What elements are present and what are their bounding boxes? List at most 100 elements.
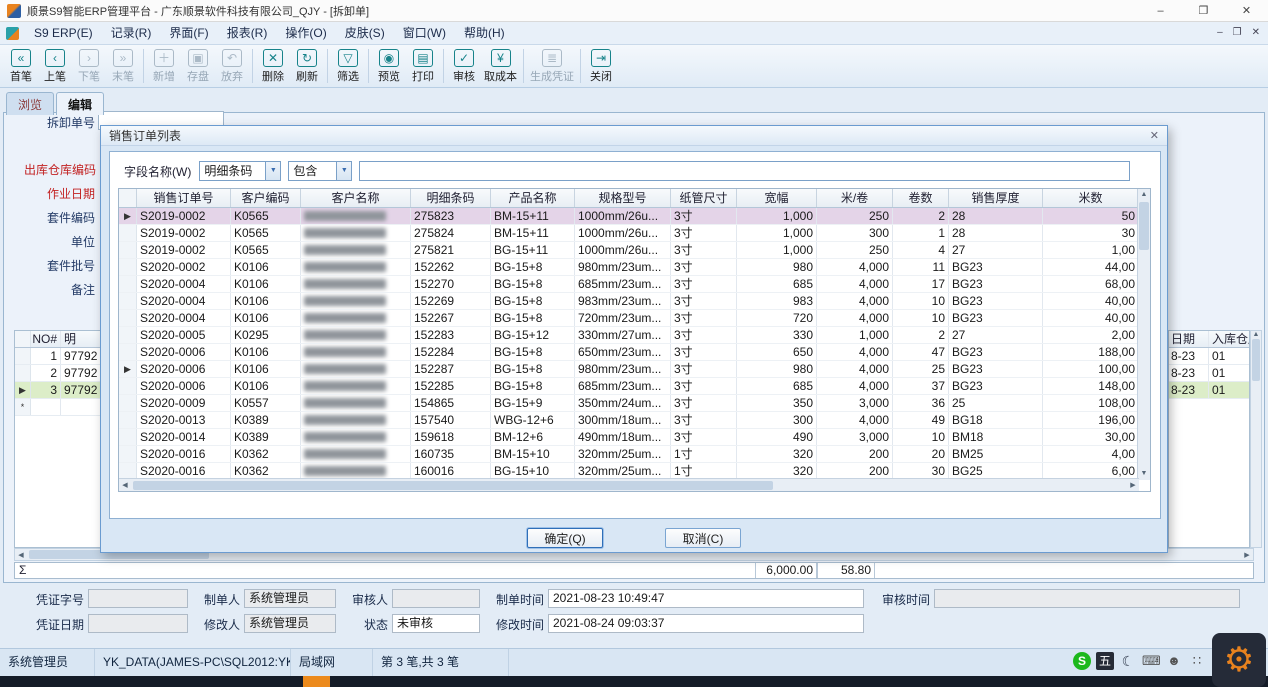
column-header[interactable]: 明细条码 <box>411 189 491 207</box>
right-grid-row[interactable]: 8-2301 <box>1169 348 1249 365</box>
dialog-grid-row[interactable]: S2020-0006K0106152285BG-15+8685mm/23um..… <box>119 378 1150 395</box>
dialog-grid-row[interactable]: S2020-0004K0106152270BG-15+8685mm/23um..… <box>119 276 1150 293</box>
right-grid-row[interactable]: 8-2301 <box>1169 365 1249 382</box>
dialog-close-icon[interactable]: ✕ <box>1150 129 1159 142</box>
column-header[interactable]: 客户编码 <box>231 189 301 207</box>
scroll-right-icon[interactable]: ▶ <box>1241 551 1253 559</box>
dialog-grid-row[interactable]: S2020-0004K0106152269BG-15+8983mm/23um..… <box>119 293 1150 310</box>
dialog-grid-row[interactable]: ▶S2020-0006K0106152287BG-15+8980mm/23um.… <box>119 361 1150 378</box>
column-header[interactable]: 米数 <box>1043 189 1139 207</box>
keyboard-icon[interactable]: ⌨ <box>1142 652 1160 670</box>
column-header[interactable]: 客户名称 <box>301 189 411 207</box>
menu-item[interactable]: 操作(O) <box>276 22 335 44</box>
column-header[interactable]: 米/卷 <box>817 189 893 207</box>
dialog-grid-row[interactable]: S2020-0002K0106152262BG-15+8980mm/23um..… <box>119 259 1150 276</box>
toolbar-cost-button[interactable]: ¥取成本 <box>481 48 520 85</box>
menu-item[interactable]: 界面(F) <box>160 22 217 44</box>
toolbar-preview-button[interactable]: ◉预览 <box>372 48 406 85</box>
main-grid-vscrollbar[interactable]: ▲ <box>1250 330 1262 548</box>
taskbar-app-indicator[interactable] <box>303 676 330 687</box>
dialog-grid-row[interactable]: S2020-0005K0295152283BG-15+12330mm/27um.… <box>119 327 1150 344</box>
menu-item[interactable]: 帮助(H) <box>455 22 514 44</box>
footer-field-value[interactable]: 未审核 <box>392 614 480 633</box>
scroll-right-icon[interactable]: ▶ <box>1127 481 1139 489</box>
scrollbar-thumb[interactable] <box>1252 339 1260 381</box>
blurred-customer-name <box>304 228 386 238</box>
toolbar-close-button[interactable]: ⇥关闭 <box>584 48 618 85</box>
toolbar-button-label: 末笔 <box>112 68 134 84</box>
footer-field-value[interactable] <box>934 589 1240 608</box>
ok-button[interactable]: 确定(Q) <box>527 528 603 548</box>
dialog-grid-header: 销售订单号客户编码客户名称明细条码产品名称规格型号纸管尺寸宽幅米/卷卷数销售厚度… <box>119 189 1150 208</box>
column-header[interactable]: 宽幅 <box>737 189 817 207</box>
close-icon[interactable]: ✕ <box>1225 0 1268 21</box>
column-header[interactable]: 销售厚度 <box>949 189 1043 207</box>
footer-field-value[interactable] <box>88 589 188 608</box>
filter-operator-combobox[interactable]: 包含 ▼ <box>288 161 352 181</box>
dialog-grid-row[interactable]: S2019-0002K0565275824BM-15+111000mm/26u.… <box>119 225 1150 242</box>
filter-field-combobox[interactable]: 明细条码 ▼ <box>199 161 281 181</box>
scroll-up-icon[interactable]: ▲ <box>1138 189 1150 201</box>
dialog-grid-row[interactable]: S2020-0014K0389159618BM-12+6490mm/18um..… <box>119 429 1150 446</box>
column-header[interactable]: 日期 <box>1169 331 1209 347</box>
filter-value-input[interactable] <box>359 161 1130 181</box>
footer-field-value[interactable] <box>88 614 188 633</box>
scroll-left-icon[interactable]: ◀ <box>15 551 27 559</box>
menu-item[interactable]: 皮肤(S) <box>336 22 394 44</box>
tab-browse[interactable]: 浏览 <box>6 92 54 115</box>
wubi-icon[interactable]: 五 <box>1096 652 1114 670</box>
footer-field-value[interactable] <box>392 589 480 608</box>
chevron-down-icon[interactable]: ▼ <box>336 162 351 180</box>
menu-item[interactable]: S9 ERP(E) <box>25 22 102 44</box>
dialog-grid-row[interactable]: S2020-0013K0389157540WBG-12+6300mm/18um.… <box>119 412 1150 429</box>
toolbar-audit-button[interactable]: ✓审核 <box>447 48 481 85</box>
sogou-icon[interactable]: S <box>1073 652 1091 670</box>
dialog-grid-vscrollbar[interactable]: ▲ ▼ <box>1137 189 1150 480</box>
toolbar-delete-button[interactable]: ✕删除 <box>256 48 290 85</box>
scroll-left-icon[interactable]: ◀ <box>119 481 131 489</box>
column-header[interactable]: 规格型号 <box>575 189 671 207</box>
column-header[interactable]: 产品名称 <box>491 189 575 207</box>
menu-item[interactable]: 记录(R) <box>102 22 161 44</box>
column-header[interactable]: 纸管尺寸 <box>671 189 737 207</box>
scroll-up-icon[interactable]: ▲ <box>1253 331 1260 338</box>
scrollbar-thumb[interactable] <box>1139 202 1149 250</box>
footer-field-value[interactable]: 2021-08-23 10:49:47 <box>548 589 864 608</box>
column-header[interactable]: NO# <box>31 331 61 347</box>
moon-icon[interactable]: ☾ <box>1119 652 1137 670</box>
dialog-grid-hscrollbar[interactable]: ◀ ▶ <box>119 478 1139 491</box>
dialog-title-bar[interactable]: 销售订单列表 ✕ <box>101 126 1167 146</box>
person-icon[interactable]: ☻ <box>1165 652 1183 670</box>
grid-icon[interactable]: ∷ <box>1188 652 1206 670</box>
column-header[interactable]: 卷数 <box>893 189 949 207</box>
footer-field-value[interactable]: 系统管理员 <box>244 589 336 608</box>
menu-item[interactable]: 窗口(W) <box>394 22 455 44</box>
minimize-icon[interactable]: – <box>1139 0 1182 21</box>
dialog-grid-row[interactable]: S2020-0004K0106152267BG-15+8720mm/23um..… <box>119 310 1150 327</box>
mdi-minimize-icon[interactable]: – <box>1217 22 1223 44</box>
tab-edit[interactable]: 编辑 <box>56 92 104 115</box>
scroll-down-icon[interactable]: ▼ <box>1138 468 1150 480</box>
footer-field-value[interactable]: 系统管理员 <box>244 614 336 633</box>
dialog-grid-row[interactable]: S2019-0002K0565275821BG-15+111000mm/26u.… <box>119 242 1150 259</box>
scrollbar-thumb[interactable] <box>133 481 773 490</box>
column-header[interactable]: 入库仓库 <box>1209 331 1249 347</box>
dialog-grid-row[interactable]: S2020-0009K0557154865BG-15+9350mm/24um..… <box>119 395 1150 412</box>
cancel-button[interactable]: 取消(C) <box>665 528 741 548</box>
toolbar-print-button[interactable]: ▤打印 <box>406 48 440 85</box>
footer-field-value[interactable]: 2021-08-24 09:03:37 <box>548 614 864 633</box>
column-header[interactable]: 销售订单号 <box>137 189 231 207</box>
mdi-restore-icon[interactable]: ❐ <box>1233 22 1242 44</box>
toolbar-refresh-button[interactable]: ↻刷新 <box>290 48 324 85</box>
toolbar-prev-button[interactable]: ‹上笔 <box>38 48 72 85</box>
toolbar-filter-button[interactable]: ▽筛选 <box>331 48 365 85</box>
dialog-grid-row[interactable]: ▶S2019-0002K0565275823BM-15+111000mm/26u… <box>119 208 1150 225</box>
right-grid-row[interactable]: 8-2301 <box>1169 382 1249 399</box>
dialog-grid-row[interactable]: S2020-0016K0362160735BM-15+10320mm/25um.… <box>119 446 1150 463</box>
maximize-icon[interactable]: ❐ <box>1182 0 1225 21</box>
menu-item[interactable]: 报表(R) <box>218 22 277 44</box>
mdi-close-icon[interactable]: ✕ <box>1252 22 1260 44</box>
toolbar-first-button[interactable]: «首笔 <box>4 48 38 85</box>
dialog-grid-row[interactable]: S2020-0006K0106152284BG-15+8650mm/23um..… <box>119 344 1150 361</box>
chevron-down-icon[interactable]: ▼ <box>265 162 280 180</box>
